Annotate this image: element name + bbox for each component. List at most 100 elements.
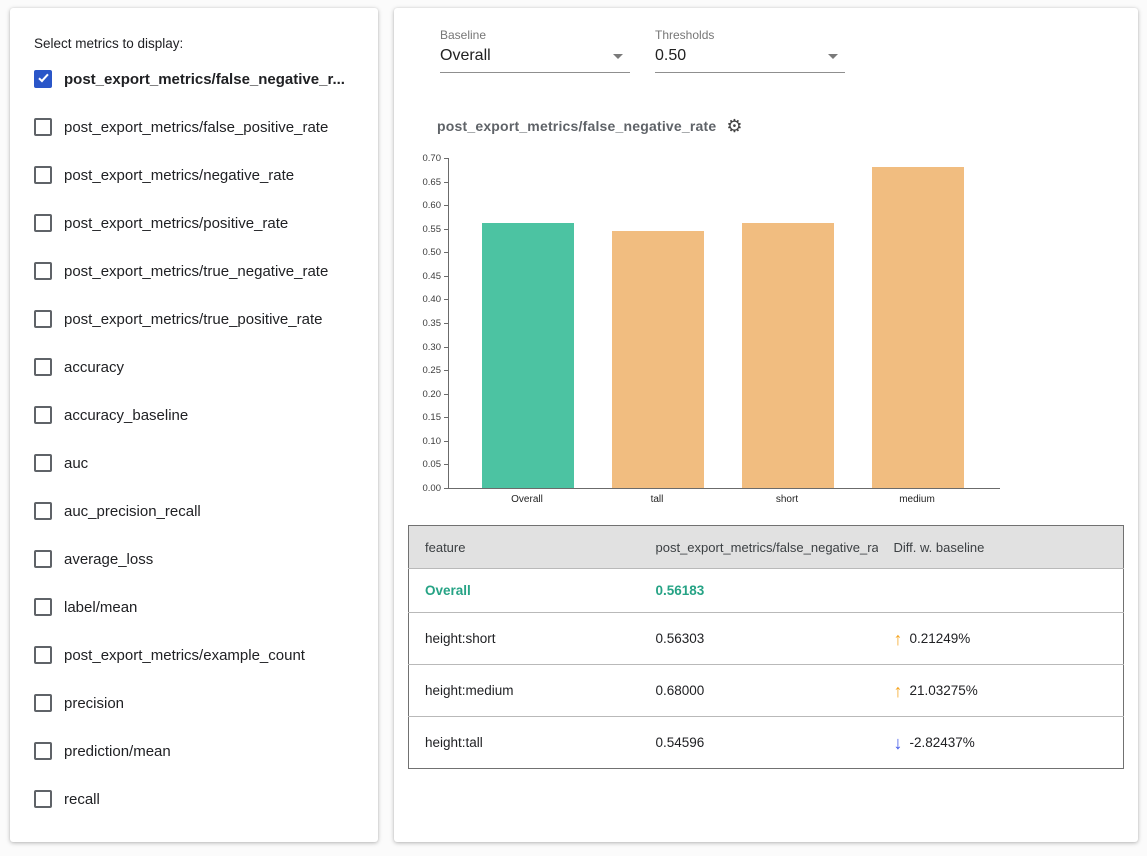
metric-item[interactable]: post_export_metrics/positive_rate [10, 199, 378, 247]
tick-mark [444, 276, 449, 277]
checkbox-unchecked-icon[interactable] [34, 118, 52, 136]
metric-item[interactable]: label/mean [10, 583, 378, 631]
metric-item[interactable]: recall [10, 775, 378, 823]
tick-mark [444, 205, 449, 206]
metric-selection-panel: Select metrics to display: post_export_m… [10, 8, 378, 842]
y-tick-label: 0.15 [423, 412, 442, 423]
tick-mark [444, 182, 449, 183]
panel-title: Select metrics to display: [34, 36, 378, 51]
checkbox-unchecked-icon[interactable] [34, 502, 52, 520]
thresholds-dropdown[interactable]: Thresholds 0.50 [655, 28, 845, 73]
checkbox-unchecked-icon[interactable] [34, 310, 52, 328]
x-axis-label: Overall [481, 494, 573, 505]
bar-chart: 0.000.050.100.150.200.250.300.350.400.45… [448, 159, 1138, 505]
checkbox-unchecked-icon[interactable] [34, 694, 52, 712]
cell-diff-baseline: ↓-2.82437% [878, 717, 1124, 769]
thresholds-dropdown-label: Thresholds [655, 28, 845, 42]
cell-metric-value: 0.68000 [640, 665, 878, 717]
metric-item[interactable]: auc_precision_recall [10, 487, 378, 535]
cell-feature: height:short [409, 613, 640, 665]
checkbox-unchecked-icon[interactable] [34, 454, 52, 472]
metric-item[interactable]: post_export_metrics/negative_rate [10, 151, 378, 199]
checkbox-unchecked-icon[interactable] [34, 358, 52, 376]
metric-item[interactable]: post_export_metrics/true_positive_rate [10, 295, 378, 343]
bar-short [742, 223, 834, 488]
checkbox-checked-icon[interactable] [34, 70, 52, 88]
tick-mark [444, 488, 449, 489]
arrow-down-icon: ↓ [894, 734, 903, 752]
checkbox-unchecked-icon[interactable] [34, 214, 52, 232]
checkbox-unchecked-icon[interactable] [34, 598, 52, 616]
bars [449, 159, 1000, 488]
x-axis-labels: Overall tall short medium [448, 494, 1138, 505]
metric-item[interactable]: accuracy [10, 343, 378, 391]
metric-item[interactable]: post_export_metrics/false_positive_rate [10, 103, 378, 151]
thresholds-select[interactable]: 0.50 [655, 45, 845, 73]
chart-title: post_export_metrics/false_negative_rate [437, 118, 716, 134]
metric-item[interactable]: post_export_metrics/false_negative_r... [10, 55, 378, 103]
tick-mark [444, 158, 449, 159]
y-tick-label: 0.65 [423, 177, 442, 188]
metric-label: recall [64, 791, 100, 808]
baseline-select[interactable]: Overall [440, 45, 630, 73]
metric-label: post_export_metrics/true_negative_rate [64, 263, 328, 280]
metrics-table-body: Overall0.56183height:short0.56303↑0.2124… [409, 569, 1124, 769]
tick-mark [444, 370, 449, 371]
metric-item[interactable]: post_export_metrics/example_count [10, 631, 378, 679]
plot-area: 0.000.050.100.150.200.250.300.350.400.45… [448, 159, 1000, 489]
metric-item[interactable]: average_loss [10, 535, 378, 583]
chevron-down-icon [613, 54, 623, 59]
y-tick-label: 0.55 [423, 224, 442, 235]
baseline-dropdown-label: Baseline [440, 28, 630, 42]
arrow-up-icon: ↑ [894, 630, 903, 648]
y-tick-label: 0.60 [423, 200, 442, 211]
checkbox-unchecked-icon[interactable] [34, 262, 52, 280]
metric-label: auc_precision_recall [64, 503, 201, 520]
tick-mark [444, 394, 449, 395]
header-metric-value: post_export_metrics/false_negative_rat..… [640, 526, 878, 569]
x-axis-label: medium [871, 494, 963, 505]
visualization-panel: Baseline Overall Thresholds 0.50 post_ex… [394, 8, 1138, 842]
tick-mark [444, 323, 449, 324]
baseline-dropdown[interactable]: Baseline Overall [440, 28, 630, 73]
diff-value: 21.03275% [910, 683, 978, 698]
cell-feature: height:medium [409, 665, 640, 717]
settings-gear-icon[interactable]: ⚙ [726, 117, 742, 135]
header-diff-baseline: Diff. w. baseline [878, 526, 1124, 569]
checkbox-unchecked-icon[interactable] [34, 790, 52, 808]
cell-diff-baseline [878, 569, 1124, 613]
metric-label: post_export_metrics/false_positive_rate [64, 119, 328, 136]
checkbox-unchecked-icon[interactable] [34, 550, 52, 568]
metric-label: accuracy_baseline [64, 407, 188, 424]
tick-mark [444, 252, 449, 253]
arrow-up-icon: ↑ [894, 682, 903, 700]
bar-tall [612, 231, 704, 488]
metric-label: post_export_metrics/negative_rate [64, 167, 294, 184]
chevron-down-icon [828, 54, 838, 59]
metric-item[interactable]: precision [10, 679, 378, 727]
metric-item[interactable]: prediction/mean [10, 727, 378, 775]
cell-metric-value: 0.54596 [640, 717, 878, 769]
metric-label: auc [64, 455, 88, 472]
cell-feature: height:tall [409, 717, 640, 769]
checkbox-unchecked-icon[interactable] [34, 166, 52, 184]
checkbox-unchecked-icon[interactable] [34, 406, 52, 424]
metric-item[interactable]: auc [10, 439, 378, 487]
metric-label: accuracy [64, 359, 124, 376]
cell-metric-value: 0.56183 [640, 569, 878, 613]
x-axis-label: tall [611, 494, 703, 505]
y-tick-label: 0.40 [423, 294, 442, 305]
table-header-row: feature post_export_metrics/false_negati… [409, 526, 1124, 569]
y-tick-label: 0.45 [423, 271, 442, 282]
metric-item[interactable]: accuracy_baseline [10, 391, 378, 439]
y-tick-label: 0.25 [423, 365, 442, 376]
tick-mark [444, 441, 449, 442]
checkbox-unchecked-icon[interactable] [34, 646, 52, 664]
cell-diff-baseline: ↑0.21249% [878, 613, 1124, 665]
tick-mark [444, 229, 449, 230]
checkmark-icon [38, 72, 48, 83]
baseline-selected-value: Overall [440, 47, 491, 65]
metric-item[interactable]: post_export_metrics/true_negative_rate [10, 247, 378, 295]
checkbox-unchecked-icon[interactable] [34, 742, 52, 760]
x-axis-label: short [741, 494, 833, 505]
